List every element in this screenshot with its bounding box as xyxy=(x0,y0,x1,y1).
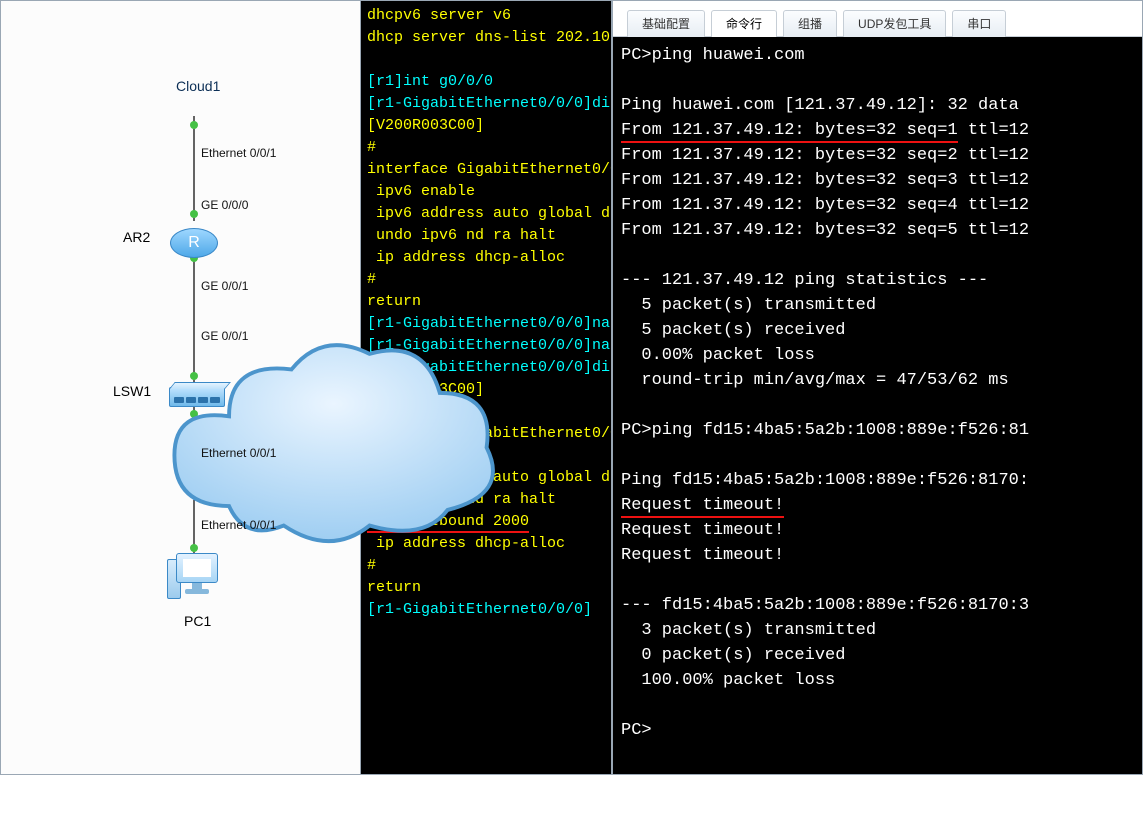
cfg-line: dhcpv6 server v6 xyxy=(367,7,511,24)
tab-command-line[interactable]: 命令行 xyxy=(711,10,777,37)
term-line: 5 packet(s) transmitted xyxy=(621,296,876,315)
pc-label: PC1 xyxy=(184,613,211,629)
switch-icon xyxy=(169,387,225,407)
term-line: PC>ping huawei.com xyxy=(621,46,805,65)
pc-cli[interactable]: PC>ping huawei.com Ping huawei.com [121.… xyxy=(613,37,1142,774)
topology-panel[interactable]: Cloud1 R AR2 LSW1 PC1 Ethernet 0/0/1 GE … xyxy=(1,1,361,774)
term-line: Ping fd15:4ba5:5a2b:1008:889e:f526:8170: xyxy=(621,471,1029,490)
router-ar2[interactable]: R xyxy=(170,219,218,267)
term-line: 5 packet(s) received xyxy=(621,321,845,340)
term-line: From 121.37.49.12: bytes=32 seq=3 ttl=12 xyxy=(621,171,1029,190)
tab-multicast[interactable]: 组播 xyxy=(783,10,837,37)
pc-terminal-window: 基础配置 命令行 组播 UDP发包工具 串口 PC>ping huawei.co… xyxy=(613,1,1142,774)
iface-router-down: GE 0/0/1 xyxy=(201,279,248,293)
term-line: Ping huawei.com [121.37.49.12]: 32 data xyxy=(621,96,1029,115)
term-line: 100.00% packet loss xyxy=(621,671,835,690)
term-line: PC> xyxy=(621,721,652,740)
pc-tabbar: 基础配置 命令行 组播 UDP发包工具 串口 xyxy=(613,1,1142,37)
cfg-line: dhcp server dns-list 202.102.21 xyxy=(367,29,613,46)
iface-switch-down: Ethernet 0/0/1 xyxy=(201,446,276,460)
tab-serial[interactable]: 串口 xyxy=(952,10,1006,37)
switch-label: LSW1 xyxy=(113,383,151,399)
router-icon: R xyxy=(170,228,218,258)
router-label: AR2 xyxy=(123,229,150,245)
tab-basic-config[interactable]: 基础配置 xyxy=(627,10,705,37)
pc1[interactable] xyxy=(169,553,225,609)
term-line: 0 packet(s) received xyxy=(621,646,845,665)
term-line: --- fd15:4ba5:5a2b:1008:889e:f526:8170:3 xyxy=(621,596,1029,615)
term-line-highlight: Request timeout! xyxy=(621,496,784,518)
term-line: From 121.37.49.12: bytes=32 seq=2 ttl=12 xyxy=(621,146,1029,165)
term-line: ttl=12 xyxy=(958,121,1029,140)
iface-router-up: GE 0/0/0 xyxy=(201,198,248,212)
term-line-highlight: From 121.37.49.12: bytes=32 seq=1 xyxy=(621,121,958,143)
iface-pc-up: Ethernet 0/0/1 xyxy=(201,518,276,532)
term-line: PC>ping fd15:4ba5:5a2b:1008:889e:f526:81 xyxy=(621,421,1029,440)
tab-udp-tool[interactable]: UDP发包工具 xyxy=(843,10,946,37)
iface-cloud-down: Ethernet 0/0/1 xyxy=(201,146,276,160)
term-line: Request timeout! xyxy=(621,521,784,540)
term-line: From 121.37.49.12: bytes=32 seq=4 ttl=12 xyxy=(621,196,1029,215)
term-line: round-trip min/avg/max = 47/53/62 ms xyxy=(621,371,1009,390)
term-line: 3 packet(s) transmitted xyxy=(621,621,876,640)
app-root: Cloud1 R AR2 LSW1 PC1 Ethernet 0/0/1 GE … xyxy=(0,0,1143,775)
iface-switch-up: GE 0/0/1 xyxy=(201,329,248,343)
term-line: Request timeout! xyxy=(621,546,784,565)
switch-lsw1[interactable] xyxy=(169,379,225,415)
pc-monitor-icon xyxy=(176,553,218,583)
term-line: --- 121.37.49.12 ping statistics --- xyxy=(621,271,988,290)
term-line: 0.00% packet loss xyxy=(621,346,815,365)
term-line: From 121.37.49.12: bytes=32 seq=5 ttl=12 xyxy=(621,221,1029,240)
cloud-label: Cloud1 xyxy=(176,78,220,94)
